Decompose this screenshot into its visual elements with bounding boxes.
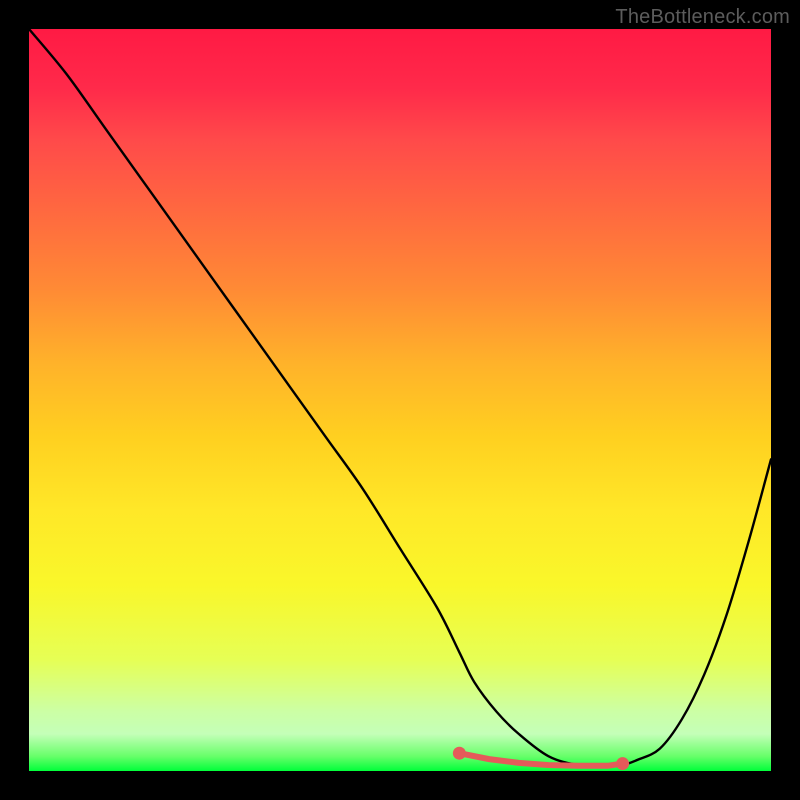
- chart-container: TheBottleneck.com: [0, 0, 800, 800]
- bottleneck-curve: [29, 29, 771, 767]
- marker-dot: [616, 757, 629, 770]
- marker-dot: [453, 747, 466, 760]
- marker-connector: [459, 753, 622, 766]
- chart-overlay: [29, 29, 771, 771]
- watermark-text: TheBottleneck.com: [615, 6, 790, 29]
